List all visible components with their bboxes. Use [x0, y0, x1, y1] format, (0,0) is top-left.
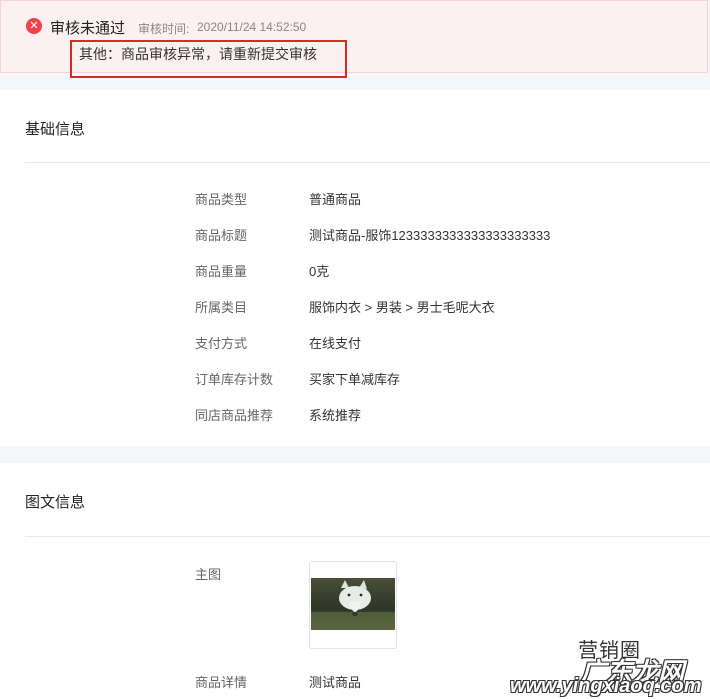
info-label: 订单库存计数: [195, 372, 274, 387]
review-status: 审核未通过: [50, 20, 126, 37]
info-value: 买家下单减库存: [309, 372, 401, 387]
info-value: 服饰内衣 > 男装 > 男士毛呢大衣: [309, 300, 495, 315]
product-detail-value: 测试商品: [309, 675, 362, 690]
info-row-recommend: 同店商品推荐 系统推荐: [0, 405, 710, 425]
divider: [25, 536, 710, 537]
info-label: 支付方式: [195, 336, 248, 351]
info-value: 系统推荐: [309, 408, 362, 423]
media-info-title: 图文信息: [25, 494, 86, 511]
main-image-label: 主图: [195, 567, 222, 582]
info-value: 在线支付: [309, 336, 362, 351]
info-label: 所属类目: [195, 300, 248, 315]
watermark-url: www.yingxiaoq.com: [510, 675, 702, 697]
review-alert: ✕ 审核未通过 审核时间: 2020/11/24 14:52:50 其他：商品审…: [0, 0, 708, 78]
divider: [25, 162, 710, 163]
info-row-product-type: 商品类型 普通商品: [0, 189, 710, 209]
info-label: 同店商品推荐: [195, 408, 274, 423]
info-row-product-weight: 商品重量 0克: [0, 261, 710, 281]
info-row-product-title: 商品标题 测试商品-服饰1233333333333333333333: [0, 225, 710, 245]
basic-info-title: 基础信息: [25, 121, 86, 138]
info-value: 测试商品-服饰1233333333333333333333: [309, 228, 551, 243]
close-circle-icon: ✕: [26, 18, 42, 34]
wolf-image: [311, 578, 395, 630]
product-detail-label: 商品详情: [195, 675, 248, 690]
info-value: 普通商品: [309, 192, 362, 207]
info-label: 商品类型: [195, 192, 248, 207]
info-value: 0克: [309, 264, 330, 279]
review-time-value: 2020/11/24 14:52:50: [197, 20, 307, 34]
info-label: 商品标题: [195, 228, 248, 243]
info-row-stock-count: 订单库存计数 买家下单减库存: [0, 369, 710, 389]
basic-info-card: 基础信息 商品类型 普通商品 商品标题 测试商品-服饰1233333333333…: [0, 90, 710, 446]
review-reason: 其他：商品审核异常，请重新提交审核: [79, 46, 317, 62]
watermark: 营销圈 广东龙网 www.yingxiaoq.com: [510, 632, 710, 699]
info-label: 商品重量: [195, 264, 248, 279]
info-row-category: 所属类目 服饰内衣 > 男装 > 男士毛呢大衣: [0, 297, 710, 317]
info-row-payment: 支付方式 在线支付: [0, 333, 710, 353]
main-image-thumbnail[interactable]: [309, 561, 397, 649]
review-time-label: 审核时间:: [138, 22, 190, 36]
